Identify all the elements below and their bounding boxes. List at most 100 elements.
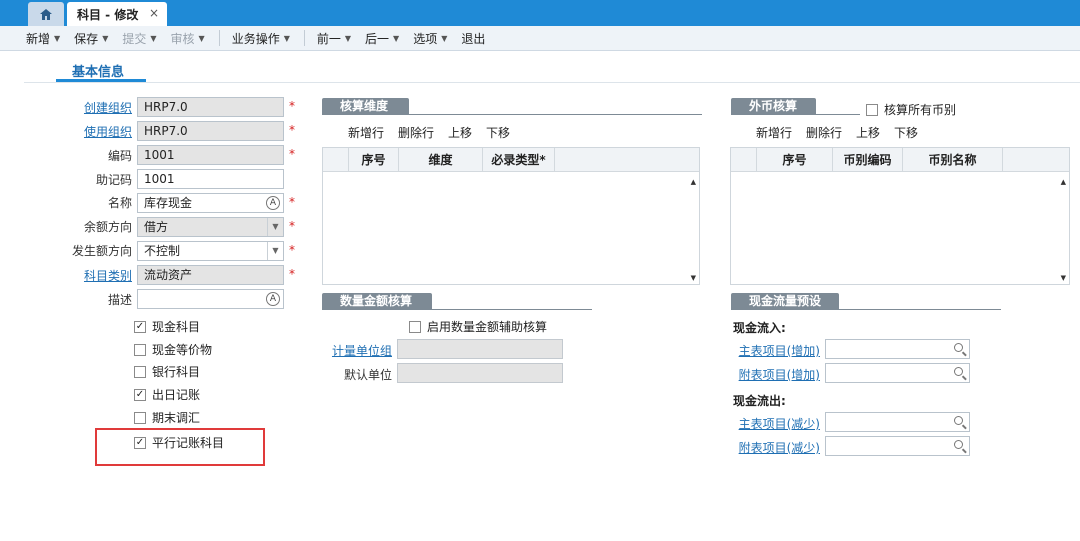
business-ops-button[interactable]: 业务操作 ▼ [232,30,290,47]
balance-direction-value: 借方 [144,220,169,234]
search-icon[interactable] [954,416,963,425]
panel-divider [731,309,1001,310]
checkbox-unchecked[interactable] [866,103,878,116]
inflow-main-label[interactable]: 主表项目(增加) [720,342,820,359]
save-button[interactable]: 保存 ▼ [74,30,108,47]
lookup-icon[interactable]: A [266,196,280,210]
column-header[interactable]: 维度 [399,148,483,172]
category-label[interactable]: 科目类别 [2,267,132,284]
scroll-up-icon[interactable]: ▲ [1061,178,1066,186]
column-header[interactable]: 序号 [757,148,833,172]
audit-button[interactable]: 审核 ▼ [171,30,205,47]
column-header[interactable]: 币别名称 [903,148,1003,172]
create-org-field: HRP7.0 [137,97,284,117]
chevron-down-icon: ▼ [441,33,448,43]
scroll-down-icon[interactable]: ▼ [1061,274,1066,282]
checkbox-period-end-exchange[interactable]: 期末调汇 [134,409,200,426]
chevron-down-icon: ▼ [102,33,109,43]
accounting-dimension-grid[interactable]: 序号 维度 必录类型* ▲ ▼ [322,147,700,285]
options-button[interactable]: 选项 ▼ [413,30,447,47]
checkbox-checked[interactable]: ✓ [134,388,146,401]
accounting-dimension-toolbar: 新增行 删除行 上移 下移 [348,124,524,141]
amount-direction-value: 不控制 [144,244,181,258]
checkbox-checked[interactable]: ✓ [134,320,146,333]
foreign-currency-grid[interactable]: 序号 币别编码 币别名称 ▲ ▼ [730,147,1070,285]
new-button[interactable]: 新增 ▼ [26,30,60,47]
inflow-sub-input[interactable] [825,363,970,383]
mnemonic-input[interactable]: 1001 [137,169,284,189]
checkbox-label: 银行科目 [152,365,201,379]
use-org-field: HRP7.0 [137,121,284,141]
column-header[interactable]: 币别编码 [833,148,903,172]
submit-button[interactable]: 提交 ▼ [122,30,156,47]
search-icon[interactable] [954,367,963,376]
tab-account-edit[interactable]: 科目 - 修改 × [67,2,167,26]
checkbox-journal[interactable]: ✓ 出日记账 [134,386,200,403]
options-label: 选项 [413,31,438,46]
next-button[interactable]: 后一 ▼ [365,30,399,47]
checkbox-label: 启用数量金额辅助核算 [427,320,548,334]
chevron-down-icon: ▼ [344,33,352,43]
mnemonic-label: 助记码 [95,173,132,187]
chevron-down-icon: ▼ [54,33,61,43]
outflow-sub-input[interactable] [825,436,970,456]
scroll-up-icon[interactable]: ▲ [691,178,696,186]
tab-home[interactable] [28,2,64,26]
search-icon[interactable] [954,343,963,352]
required-mark: * [289,99,295,113]
checkbox-bank-account[interactable]: 银行科目 [134,363,200,380]
section-divider [24,82,1080,83]
add-row-button[interactable]: 新增行 [756,124,792,141]
chevron-down-icon: ▼ [283,33,290,43]
exit-button[interactable]: 退出 [461,30,485,47]
use-org-label[interactable]: 使用组织 [2,123,132,140]
create-org-label[interactable]: 创建组织 [2,99,132,116]
search-icon[interactable] [954,440,963,449]
section-title[interactable]: 基本信息 [72,61,124,80]
add-row-button[interactable]: 新增行 [348,124,384,141]
lookup-icon[interactable]: A [266,292,280,306]
amount-direction-select[interactable]: 不控制 ▼ [137,241,284,261]
checkbox-enable-quantity[interactable]: 启用数量金额辅助核算 [409,318,547,335]
name-label: 名称 [107,196,132,210]
checkbox-unchecked[interactable] [134,343,146,356]
close-icon[interactable]: × [149,6,159,20]
default-unit-field [397,363,563,383]
checkbox-unchecked[interactable] [134,411,146,424]
chevron-down-icon: ▼ [150,33,157,43]
checkbox-cash-account[interactable]: ✓ 现金科目 [134,318,200,335]
checkbox-unchecked[interactable] [409,320,421,333]
panel-divider [322,114,702,115]
outflow-main-label[interactable]: 主表项目(减少) [720,415,820,432]
description-input[interactable]: A [137,289,284,309]
delete-row-button[interactable]: 删除行 [806,124,842,141]
default-unit-label: 默认单位 [343,368,392,382]
column-header[interactable]: 序号 [349,148,399,172]
prev-button[interactable]: 前一 ▼ [317,30,351,47]
grid-header: 序号 维度 必录类型* [323,148,699,172]
chevron-down-icon[interactable]: ▼ [267,242,283,260]
inflow-main-input[interactable] [825,339,970,359]
outflow-sub-label[interactable]: 附表项目(减少) [720,439,820,456]
category-field: 流动资产 [137,265,284,285]
move-up-button[interactable]: 上移 [856,124,880,141]
unit-group-label[interactable]: 计量单位组 [320,342,392,359]
tab-label: 科目 - 修改 [77,7,139,22]
outflow-main-input[interactable] [825,412,970,432]
scroll-down-icon[interactable]: ▼ [691,274,696,282]
home-icon [40,8,52,20]
delete-row-button[interactable]: 删除行 [398,124,434,141]
name-input[interactable]: 库存现金 A [137,193,284,213]
balance-direction-select[interactable]: 借方 ▼ [137,217,284,237]
panel-divider [731,114,860,115]
checkbox-unchecked[interactable] [134,365,146,378]
column-header[interactable]: 必录类型* [483,148,555,172]
exit-label: 退出 [461,31,486,46]
checkbox-cash-equivalent[interactable]: 现金等价物 [134,341,212,358]
inflow-sub-label[interactable]: 附表项目(增加) [720,366,820,383]
checkbox-all-currency[interactable]: 核算所有币别 [866,101,956,118]
move-down-button[interactable]: 下移 [894,124,918,141]
move-down-button[interactable]: 下移 [486,124,510,141]
move-up-button[interactable]: 上移 [448,124,472,141]
required-mark: * [289,243,295,257]
